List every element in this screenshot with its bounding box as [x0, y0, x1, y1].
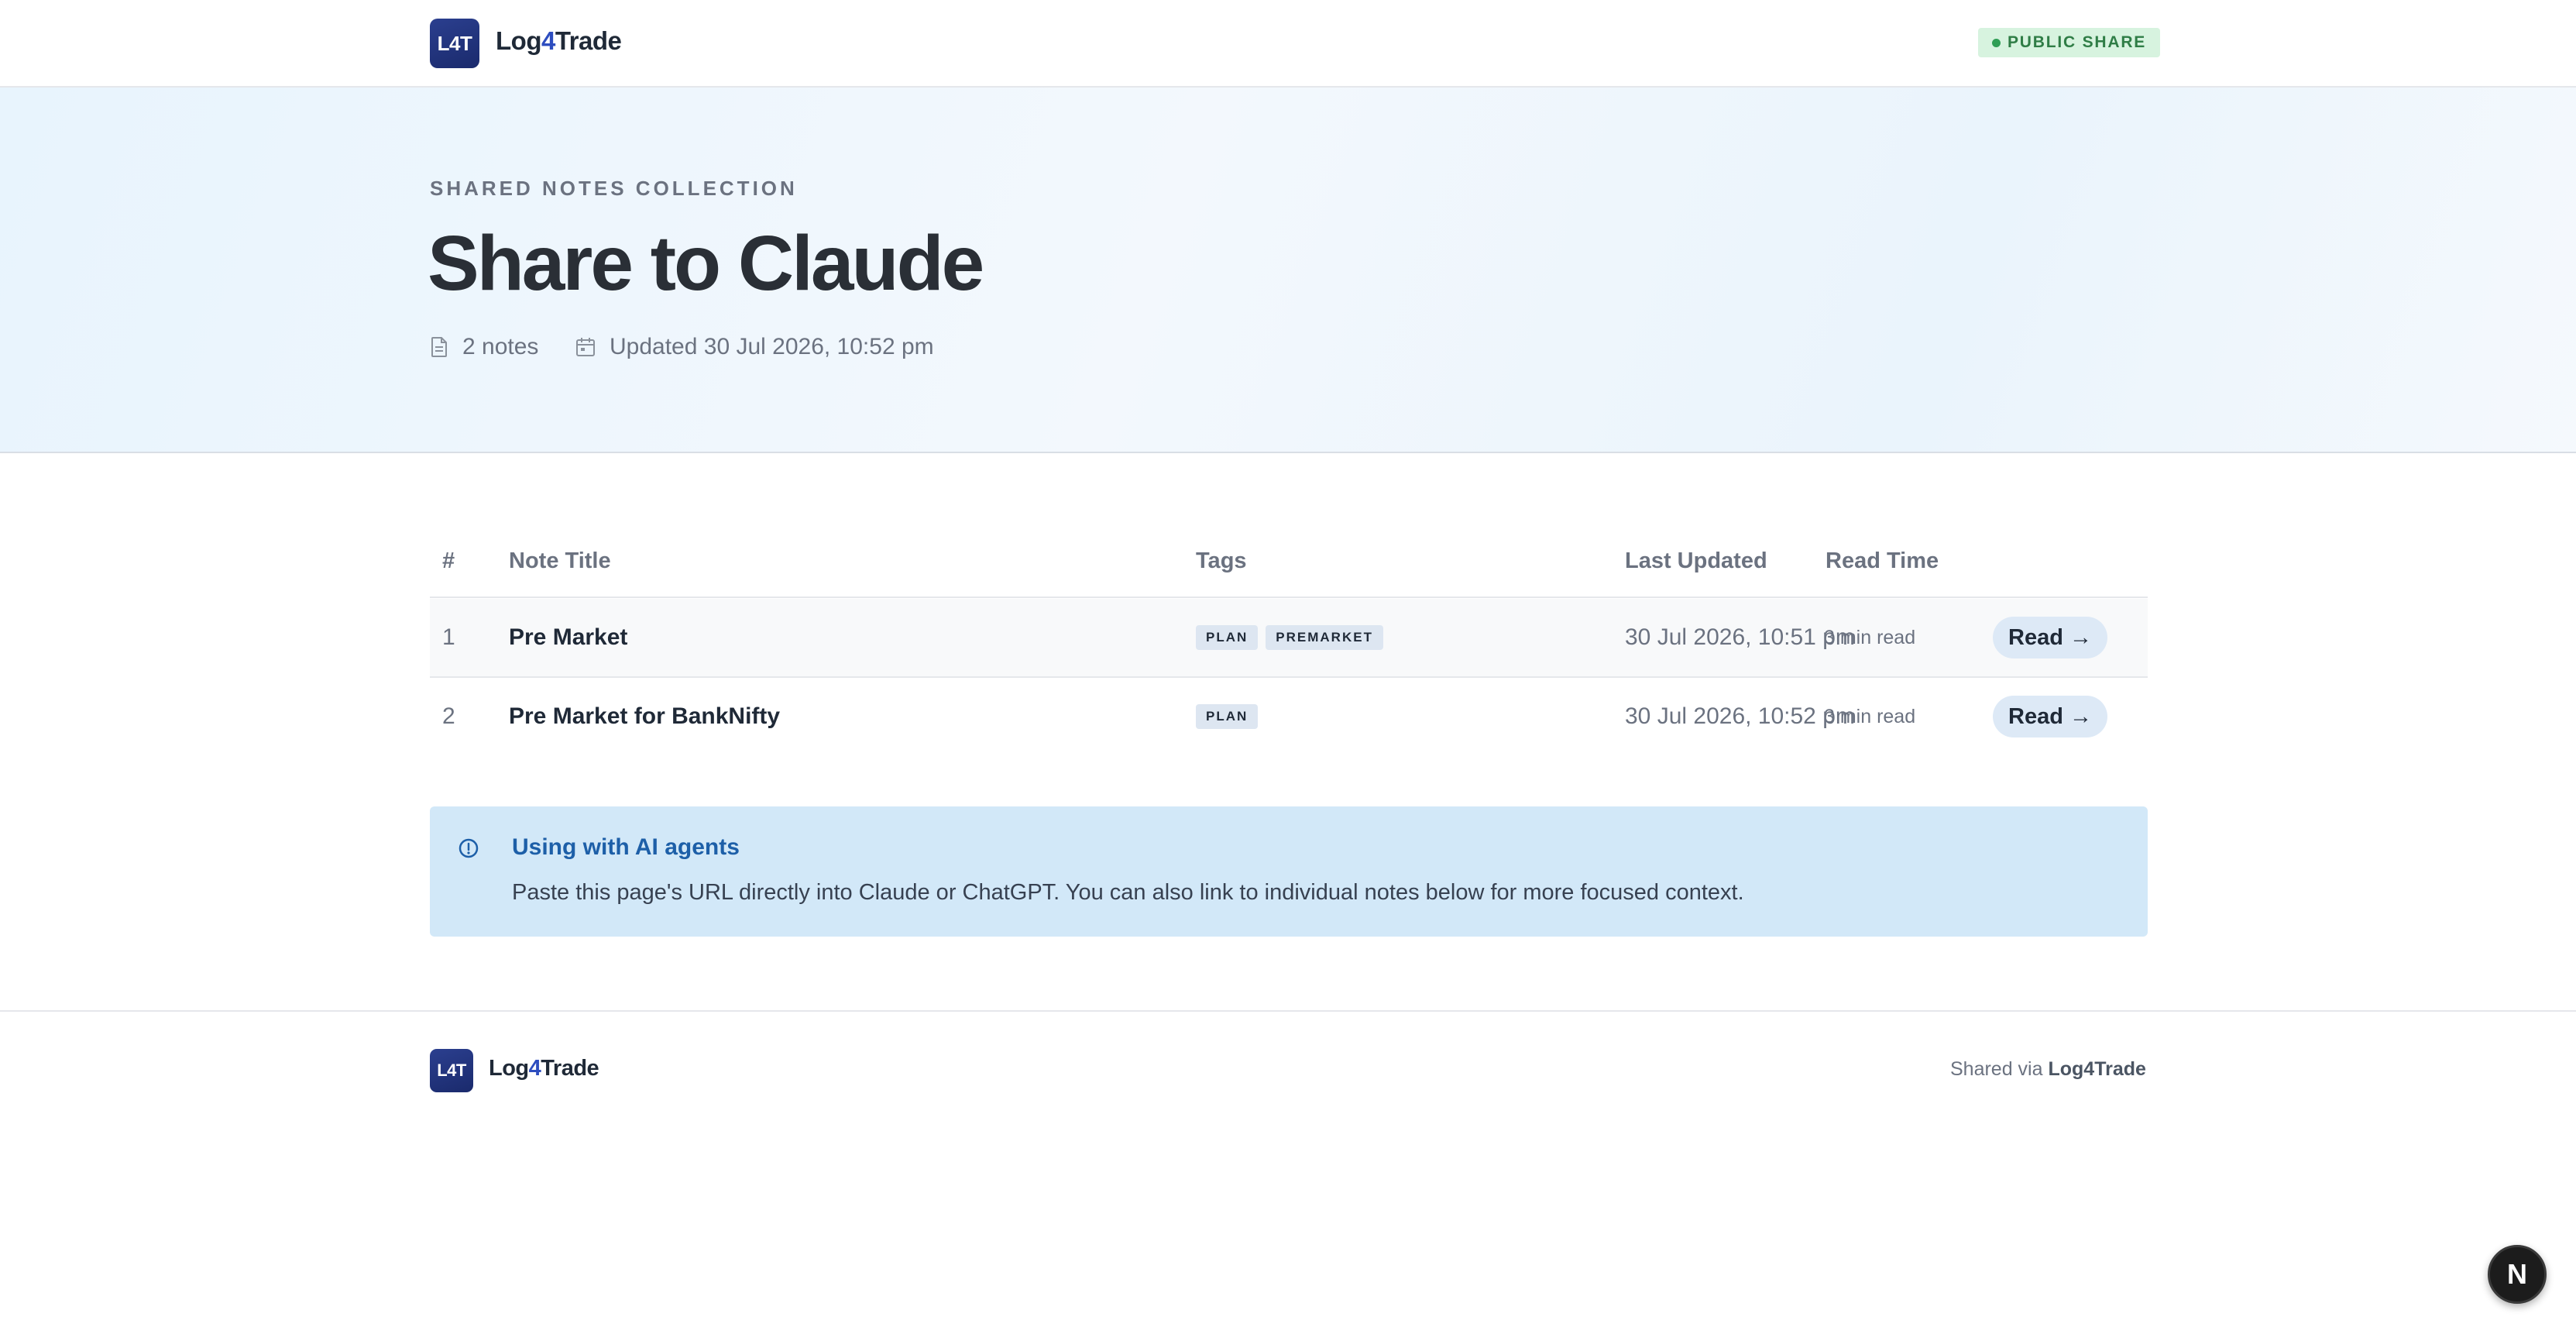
public-share-label: PUBLIC SHARE [2008, 33, 2147, 51]
notes-count: 2 notes [430, 334, 538, 360]
info-text: Paste this page's URL directly into Clau… [512, 880, 1744, 905]
tag-badge: PLAN [1196, 704, 1259, 729]
hero-section: SHARED NOTES COLLECTION Share to Claude … [0, 88, 2576, 453]
footer-brand-prefix: Log [489, 1056, 529, 1081]
page-title: Share to Claude [428, 220, 984, 307]
floating-n-button[interactable]: N [2488, 1245, 2547, 1304]
table-row[interactable]: 1 Pre Market PLAN PREMARKET 30 Jul 2026,… [430, 599, 2148, 678]
brand-four: 4 [541, 26, 555, 55]
footer-brand-name[interactable]: Log4Trade [489, 1056, 599, 1081]
read-button[interactable]: Read → [1993, 696, 2107, 737]
row-number: 1 [442, 624, 455, 650]
ai-agents-info-box: Using with AI agents Paste this page's U… [430, 806, 2148, 937]
logo-icon[interactable]: L4T [430, 19, 479, 68]
column-header-num: # [442, 548, 455, 573]
column-header-updated[interactable]: Last Updated [1625, 548, 1767, 574]
note-title-link[interactable]: Pre Market [509, 599, 627, 676]
footer-brand-suffix: Trade [541, 1056, 599, 1081]
read-button[interactable]: Read → [1993, 617, 2107, 658]
brand-prefix: Log [496, 26, 541, 55]
tag-list: PLAN PREMARKET [1196, 599, 1383, 676]
shared-via-label: Shared via [1950, 1058, 2043, 1080]
tag-badge: PLAN [1196, 625, 1259, 650]
tag-list: PLAN [1196, 678, 1259, 755]
footer-brand-four: 4 [528, 1056, 541, 1081]
notes-count-text: 2 notes [462, 334, 539, 359]
brand-name[interactable]: Log4Trade [496, 26, 622, 56]
info-title: Using with AI agents [512, 834, 740, 860]
public-share-badge: PUBLIC SHARE [1978, 28, 2161, 57]
eyebrow-label: SHARED NOTES COLLECTION [430, 177, 798, 200]
brand-suffix: Trade [555, 26, 622, 55]
read-time: 3 min read [1824, 705, 1916, 727]
note-title-link[interactable]: Pre Market for BankNifty [509, 678, 780, 755]
top-header: L4T Log4Trade PUBLIC SHARE [0, 0, 2576, 88]
column-header-read-time[interactable]: Read Time [1826, 548, 1939, 574]
table-row[interactable]: 2 Pre Market for BankNifty PLAN 30 Jul 2… [430, 678, 2148, 757]
shared-via-text: Shared via Log4Trade [1950, 1058, 2146, 1081]
column-header-title[interactable]: Note Title [509, 548, 611, 574]
footer-logo-icon[interactable]: L4T [430, 1049, 473, 1092]
footer-divider [0, 1010, 2576, 1012]
last-updated: 30 Jul 2026, 10:52 pm [1625, 703, 1855, 729]
shared-via-brand[interactable]: Log4Trade [2048, 1058, 2145, 1080]
tag-badge: PREMARKET [1266, 625, 1383, 650]
status-dot-icon [1992, 39, 2001, 47]
column-header-tags: Tags [1196, 548, 1247, 573]
updated-meta: Updated 30 Jul 2026, 10:52 pm [575, 334, 934, 360]
table-header: # Note Title Tags Last Updated Read Time [430, 535, 2148, 598]
document-icon [431, 337, 447, 357]
updated-text: Updated 30 Jul 2026, 10:52 pm [610, 334, 934, 359]
read-time: 3 min read [1824, 626, 1916, 648]
row-number: 2 [442, 703, 455, 729]
calendar-icon [576, 338, 595, 356]
info-icon [459, 838, 479, 858]
last-updated: 30 Jul 2026, 10:51 pm [1625, 624, 1855, 650]
